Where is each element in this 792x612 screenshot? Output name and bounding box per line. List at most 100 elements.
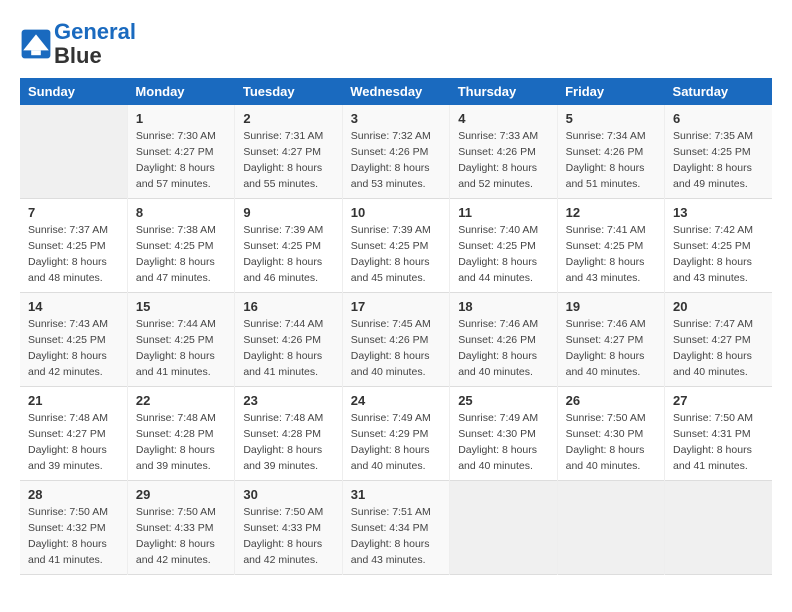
day-number: 16 <box>243 299 333 314</box>
day-number: 22 <box>136 393 226 408</box>
day-info: Sunrise: 7:34 AM Sunset: 4:26 PM Dayligh… <box>566 129 656 192</box>
calendar-week-row: 21 Sunrise: 7:48 AM Sunset: 4:27 PM Dayli… <box>20 387 772 481</box>
day-number: 25 <box>458 393 548 408</box>
calendar-cell <box>450 481 557 575</box>
day-info: Sunrise: 7:47 AM Sunset: 4:27 PM Dayligh… <box>673 317 764 380</box>
logo: GeneralBlue <box>20 20 136 68</box>
weekday-header-thursday: Thursday <box>450 78 557 105</box>
weekday-header-friday: Friday <box>557 78 664 105</box>
day-number: 20 <box>673 299 764 314</box>
calendar-table: SundayMondayTuesdayWednesdayThursdayFrid… <box>20 78 772 575</box>
day-info: Sunrise: 7:33 AM Sunset: 4:26 PM Dayligh… <box>458 129 548 192</box>
day-info: Sunrise: 7:50 AM Sunset: 4:33 PM Dayligh… <box>243 505 333 568</box>
day-number: 6 <box>673 111 764 126</box>
weekday-header-sunday: Sunday <box>20 78 127 105</box>
calendar-week-row: 28 Sunrise: 7:50 AM Sunset: 4:32 PM Dayli… <box>20 481 772 575</box>
calendar-cell: 25 Sunrise: 7:49 AM Sunset: 4:30 PM Dayli… <box>450 387 557 481</box>
day-info: Sunrise: 7:35 AM Sunset: 4:25 PM Dayligh… <box>673 129 764 192</box>
calendar-week-row: 14Sunrise: 7:43 AM Sunset: 4:25 PM Dayli… <box>20 293 772 387</box>
day-number: 9 <box>243 205 333 220</box>
calendar-cell: 11 Sunrise: 7:40 AM Sunset: 4:25 PM Dayli… <box>450 199 557 293</box>
calendar-cell: 24Sunrise: 7:49 AM Sunset: 4:29 PM Dayli… <box>342 387 449 481</box>
calendar-week-row: 1Sunrise: 7:30 AM Sunset: 4:27 PM Daylig… <box>20 105 772 199</box>
calendar-cell: 28 Sunrise: 7:50 AM Sunset: 4:32 PM Dayli… <box>20 481 127 575</box>
day-number: 28 <box>28 487 119 502</box>
day-number: 7 <box>28 205 119 220</box>
calendar-cell: 29Sunrise: 7:50 AM Sunset: 4:33 PM Dayli… <box>127 481 234 575</box>
calendar-cell: 21 Sunrise: 7:48 AM Sunset: 4:27 PM Dayli… <box>20 387 127 481</box>
logo-icon <box>20 28 52 60</box>
day-number: 27 <box>673 393 764 408</box>
day-number: 5 <box>566 111 656 126</box>
calendar-cell: 9 Sunrise: 7:39 AM Sunset: 4:25 PM Daylig… <box>235 199 342 293</box>
day-number: 17 <box>351 299 441 314</box>
day-info: Sunrise: 7:50 AM Sunset: 4:31 PM Dayligh… <box>673 411 764 474</box>
calendar-cell: 17 Sunrise: 7:45 AM Sunset: 4:26 PM Dayli… <box>342 293 449 387</box>
day-info: Sunrise: 7:42 AM Sunset: 4:25 PM Dayligh… <box>673 223 764 286</box>
day-info: Sunrise: 7:32 AM Sunset: 4:26 PM Dayligh… <box>351 129 441 192</box>
logo-text: GeneralBlue <box>54 20 136 68</box>
day-info: Sunrise: 7:41 AM Sunset: 4:25 PM Dayligh… <box>566 223 656 286</box>
calendar-cell <box>665 481 772 575</box>
weekday-header-row: SundayMondayTuesdayWednesdayThursdayFrid… <box>20 78 772 105</box>
calendar-cell: 8 Sunrise: 7:38 AM Sunset: 4:25 PM Daylig… <box>127 199 234 293</box>
calendar-cell: 19Sunrise: 7:46 AM Sunset: 4:27 PM Dayli… <box>557 293 664 387</box>
day-number: 4 <box>458 111 548 126</box>
calendar-cell: 26Sunrise: 7:50 AM Sunset: 4:30 PM Dayli… <box>557 387 664 481</box>
calendar-cell: 23Sunrise: 7:48 AM Sunset: 4:28 PM Dayli… <box>235 387 342 481</box>
calendar-cell <box>20 105 127 199</box>
day-number: 12 <box>566 205 656 220</box>
day-number: 19 <box>566 299 656 314</box>
day-number: 8 <box>136 205 226 220</box>
day-info: Sunrise: 7:48 AM Sunset: 4:28 PM Dayligh… <box>243 411 333 474</box>
calendar-cell: 14Sunrise: 7:43 AM Sunset: 4:25 PM Dayli… <box>20 293 127 387</box>
calendar-cell: 18 Sunrise: 7:46 AM Sunset: 4:26 PM Dayli… <box>450 293 557 387</box>
page-header: GeneralBlue <box>20 20 772 68</box>
calendar-cell: 6 Sunrise: 7:35 AM Sunset: 4:25 PM Daylig… <box>665 105 772 199</box>
calendar-cell: 12 Sunrise: 7:41 AM Sunset: 4:25 PM Dayli… <box>557 199 664 293</box>
day-number: 18 <box>458 299 548 314</box>
day-info: Sunrise: 7:37 AM Sunset: 4:25 PM Dayligh… <box>28 223 119 286</box>
day-info: Sunrise: 7:44 AM Sunset: 4:25 PM Dayligh… <box>136 317 226 380</box>
calendar-cell: 3 Sunrise: 7:32 AM Sunset: 4:26 PM Daylig… <box>342 105 449 199</box>
calendar-week-row: 7 Sunrise: 7:37 AM Sunset: 4:25 PM Daylig… <box>20 199 772 293</box>
day-info: Sunrise: 7:39 AM Sunset: 4:25 PM Dayligh… <box>243 223 333 286</box>
day-number: 30 <box>243 487 333 502</box>
calendar-cell: 20 Sunrise: 7:47 AM Sunset: 4:27 PM Dayli… <box>665 293 772 387</box>
calendar-cell: 22 Sunrise: 7:48 AM Sunset: 4:28 PM Dayli… <box>127 387 234 481</box>
day-info: Sunrise: 7:48 AM Sunset: 4:27 PM Dayligh… <box>28 411 119 474</box>
day-number: 13 <box>673 205 764 220</box>
weekday-header-tuesday: Tuesday <box>235 78 342 105</box>
day-info: Sunrise: 7:49 AM Sunset: 4:29 PM Dayligh… <box>351 411 441 474</box>
calendar-cell <box>557 481 664 575</box>
calendar-cell: 13 Sunrise: 7:42 AM Sunset: 4:25 PM Dayli… <box>665 199 772 293</box>
day-info: Sunrise: 7:38 AM Sunset: 4:25 PM Dayligh… <box>136 223 226 286</box>
weekday-header-wednesday: Wednesday <box>342 78 449 105</box>
day-info: Sunrise: 7:49 AM Sunset: 4:30 PM Dayligh… <box>458 411 548 474</box>
day-number: 2 <box>243 111 333 126</box>
calendar-cell: 16Sunrise: 7:44 AM Sunset: 4:26 PM Dayli… <box>235 293 342 387</box>
day-info: Sunrise: 7:39 AM Sunset: 4:25 PM Dayligh… <box>351 223 441 286</box>
day-number: 21 <box>28 393 119 408</box>
day-info: Sunrise: 7:50 AM Sunset: 4:32 PM Dayligh… <box>28 505 119 568</box>
calendar-cell: 31Sunrise: 7:51 AM Sunset: 4:34 PM Dayli… <box>342 481 449 575</box>
day-info: Sunrise: 7:48 AM Sunset: 4:28 PM Dayligh… <box>136 411 226 474</box>
calendar-cell: 1Sunrise: 7:30 AM Sunset: 4:27 PM Daylig… <box>127 105 234 199</box>
day-number: 31 <box>351 487 441 502</box>
day-info: Sunrise: 7:45 AM Sunset: 4:26 PM Dayligh… <box>351 317 441 380</box>
day-number: 26 <box>566 393 656 408</box>
calendar-cell: 2Sunrise: 7:31 AM Sunset: 4:27 PM Daylig… <box>235 105 342 199</box>
weekday-header-monday: Monday <box>127 78 234 105</box>
calendar-cell: 7 Sunrise: 7:37 AM Sunset: 4:25 PM Daylig… <box>20 199 127 293</box>
day-number: 10 <box>351 205 441 220</box>
calendar-cell: 10 Sunrise: 7:39 AM Sunset: 4:25 PM Dayli… <box>342 199 449 293</box>
day-number: 1 <box>136 111 226 126</box>
calendar-cell: 27 Sunrise: 7:50 AM Sunset: 4:31 PM Dayli… <box>665 387 772 481</box>
day-info: Sunrise: 7:46 AM Sunset: 4:26 PM Dayligh… <box>458 317 548 380</box>
day-number: 11 <box>458 205 548 220</box>
day-info: Sunrise: 7:40 AM Sunset: 4:25 PM Dayligh… <box>458 223 548 286</box>
day-number: 3 <box>351 111 441 126</box>
calendar-cell: 15Sunrise: 7:44 AM Sunset: 4:25 PM Dayli… <box>127 293 234 387</box>
day-info: Sunrise: 7:43 AM Sunset: 4:25 PM Dayligh… <box>28 317 119 380</box>
weekday-header-saturday: Saturday <box>665 78 772 105</box>
